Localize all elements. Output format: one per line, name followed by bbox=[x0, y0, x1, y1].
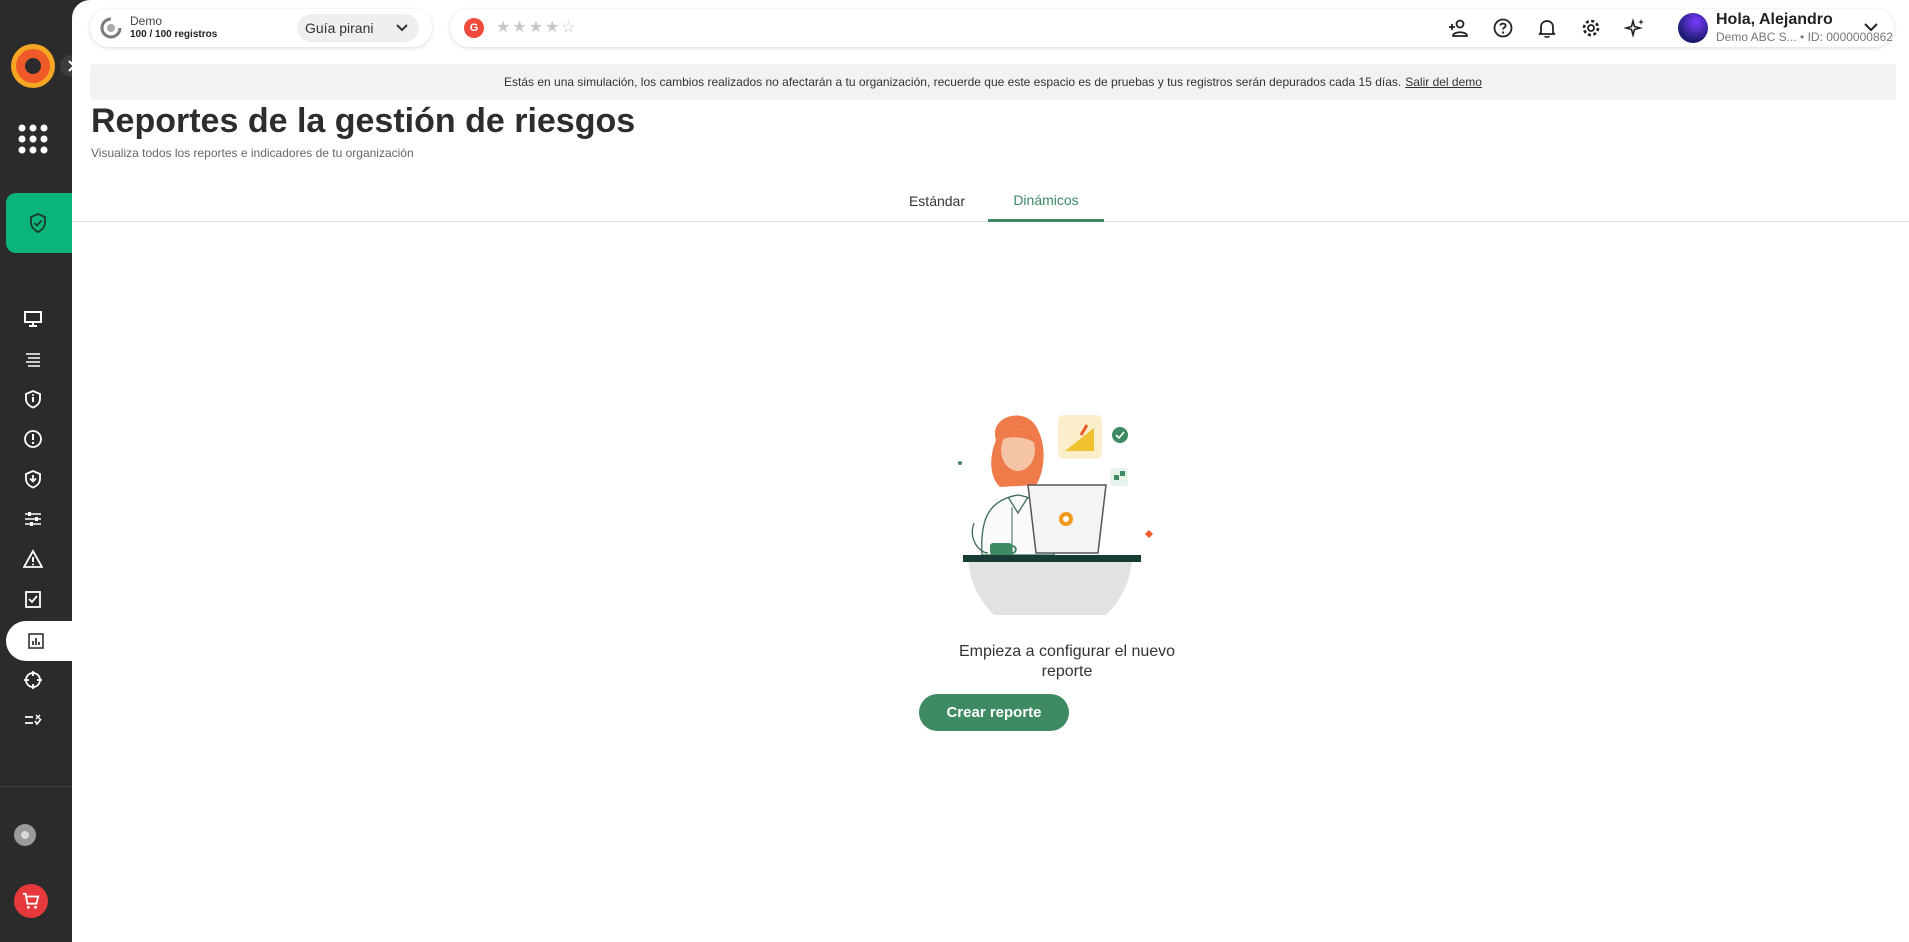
notifications-button[interactable] bbox=[1535, 16, 1559, 40]
warning-triangle-icon bbox=[23, 549, 43, 568]
sidebar-item-objectives[interactable] bbox=[20, 667, 46, 693]
create-report-button[interactable]: Crear reporte bbox=[919, 694, 1069, 731]
report-tabs: Estándar Dinámicos bbox=[72, 180, 1909, 222]
help-circle-icon bbox=[1493, 18, 1513, 38]
chevron-down-icon[interactable] bbox=[1862, 18, 1880, 36]
cart-button[interactable] bbox=[14, 884, 48, 918]
invite-user-button[interactable] bbox=[1447, 16, 1471, 40]
guide-dropdown-label: Guía pirani bbox=[305, 20, 374, 36]
apps-grid-icon[interactable] bbox=[17, 123, 49, 155]
sidebar-item-controls[interactable] bbox=[20, 466, 46, 492]
sidebar-item-processes[interactable] bbox=[20, 346, 46, 372]
empty-state-message: Empieza a configurar el nuevo reporte bbox=[958, 643, 1176, 680]
page-subtitle: Visualiza todos los reportes e indicador… bbox=[91, 146, 414, 160]
guide-dropdown[interactable]: Guía pirani bbox=[297, 14, 419, 42]
tab-dynamic[interactable]: Dinámicos bbox=[988, 180, 1104, 222]
organization-selector[interactable]: Demo 100 / 100 registros Guía pirani bbox=[90, 9, 432, 47]
demo-banner: Estás en una simulación, los cambios rea… bbox=[90, 64, 1896, 100]
chevron-down-icon bbox=[396, 24, 408, 32]
sparkles-icon bbox=[1624, 17, 1644, 39]
sidebar-item-settings[interactable] bbox=[20, 506, 46, 532]
bell-icon bbox=[1538, 20, 1556, 38]
shield-check-icon bbox=[30, 213, 46, 233]
exit-demo-link[interactable]: Salir del demo bbox=[1405, 75, 1482, 89]
user-avatar[interactable] bbox=[1678, 13, 1708, 43]
rating-stars[interactable]: ★★★★☆ bbox=[496, 17, 578, 37]
alert-circle-icon bbox=[24, 430, 42, 448]
list-icon bbox=[26, 353, 40, 367]
sidebar-divider bbox=[0, 786, 72, 787]
sidebar-item-alerts[interactable] bbox=[20, 546, 46, 572]
shield-info-icon bbox=[25, 390, 41, 409]
gear-icon bbox=[1582, 19, 1600, 37]
bar-chart-icon bbox=[28, 633, 44, 649]
demo-banner-message: Estás en una simulación, los cambios rea… bbox=[504, 75, 1402, 89]
settings-button[interactable] bbox=[1579, 16, 1603, 40]
sidebar bbox=[0, 0, 85, 942]
add-person-icon bbox=[1449, 19, 1468, 37]
sidebar-item-risks[interactable] bbox=[20, 386, 46, 412]
pirani-logo[interactable] bbox=[11, 44, 55, 88]
sidebar-item-events[interactable] bbox=[20, 426, 46, 452]
organization-name: Demo bbox=[130, 14, 163, 28]
checklist-icon bbox=[25, 591, 41, 608]
help-button[interactable] bbox=[1491, 16, 1515, 40]
sliders-icon bbox=[25, 512, 41, 526]
user-greeting[interactable]: Hola, Alejandro bbox=[1716, 11, 1833, 29]
risk-module-button[interactable] bbox=[6, 193, 85, 253]
sidebar-item-reports[interactable] bbox=[6, 621, 72, 661]
sidebar-item-action-plans[interactable] bbox=[20, 586, 46, 612]
g2-logo-icon[interactable]: G bbox=[464, 18, 484, 38]
top-bar: G ★★★★☆ Hola, Alejandro Demo ABC S... • … bbox=[450, 9, 1894, 47]
empty-state-illustration bbox=[958, 415, 1153, 615]
monitor-icon bbox=[24, 311, 42, 327]
organization-logo-icon bbox=[100, 17, 122, 39]
records-count: 100 / 100 registros bbox=[130, 29, 218, 40]
tab-standard[interactable]: Estándar bbox=[882, 180, 992, 222]
list-check-icon bbox=[25, 714, 42, 726]
shield-download-icon bbox=[25, 470, 41, 489]
page-title: Reportes de la gestión de riesgos bbox=[91, 102, 636, 140]
main-content: Demo 100 / 100 registros Guía pirani G ★… bbox=[72, 0, 1909, 942]
sidebar-item-compliance[interactable] bbox=[20, 707, 46, 733]
status-indicator-icon[interactable] bbox=[14, 824, 36, 846]
sidebar-item-dashboard[interactable] bbox=[20, 306, 46, 332]
crosshair-icon bbox=[24, 671, 42, 689]
cart-icon bbox=[22, 892, 40, 909]
ai-assistant-button[interactable] bbox=[1623, 16, 1647, 40]
